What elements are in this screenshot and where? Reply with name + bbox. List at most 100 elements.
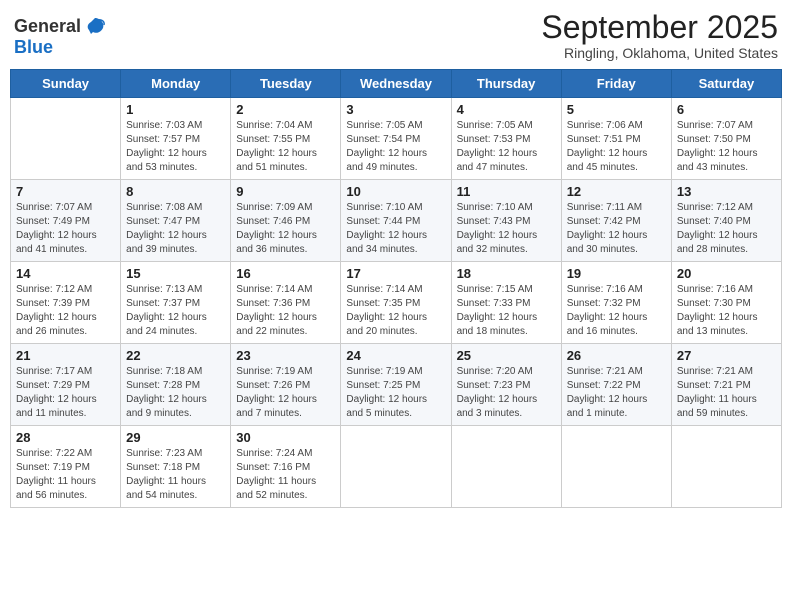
day-number: 7 [16,184,115,199]
calendar-cell: 16 Sunrise: 7:14 AM Sunset: 7:36 PM Dayli… [231,262,341,344]
day-info: Sunrise: 7:21 AM Sunset: 7:22 PM Dayligh… [567,365,666,421]
page-header: General Blue September 2025 Ringling, Ok… [10,10,782,61]
calendar-cell: 18Sunrise: 7:15 AM Sunset: 7:33 PM Dayli… [451,262,561,344]
calendar-cell: 25 Sunrise: 7:20 AM Sunset: 7:23 PM Dayli… [451,344,561,426]
day-number: 28 [16,430,115,445]
weekday-tuesday: Tuesday [231,70,341,98]
month-title: September 2025 [541,10,778,45]
day-info: Sunrise: 7:05 AM Sunset: 7:53 PM Dayligh… [457,119,556,175]
week-row-1: 1Sunrise: 7:03 AM Sunset: 7:57 PM Daylig… [11,98,782,180]
calendar-cell: 1Sunrise: 7:03 AM Sunset: 7:57 PM Daylig… [121,98,231,180]
day-number: 22 [126,348,225,363]
calendar-cell: 7 Sunrise: 7:07 AM Sunset: 7:49 PM Daylig… [11,180,121,262]
day-number: 13 [677,184,776,199]
calendar-cell: 26Sunrise: 7:21 AM Sunset: 7:22 PM Dayli… [561,344,671,426]
day-number: 23 [236,348,335,363]
calendar-cell: 20 Sunrise: 7:16 AM Sunset: 7:30 PM Dayli… [671,262,781,344]
day-info: Sunrise: 7:10 AM Sunset: 7:44 PM Dayligh… [346,201,445,257]
calendar-cell [11,98,121,180]
calendar-cell: 10 Sunrise: 7:10 AM Sunset: 7:44 PM Dayli… [341,180,451,262]
day-number: 10 [346,184,445,199]
day-number: 9 [236,184,335,199]
day-info: Sunrise: 7:03 AM Sunset: 7:57 PM Dayligh… [126,119,225,175]
day-info: Sunrise: 7:13 AM Sunset: 7:37 PM Dayligh… [126,283,225,339]
calendar-cell [341,426,451,508]
calendar-cell [451,426,561,508]
day-info: Sunrise: 7:19 AM Sunset: 7:25 PM Dayligh… [346,365,445,421]
weekday-sunday: Sunday [11,70,121,98]
day-info: Sunrise: 7:10 AM Sunset: 7:43 PM Dayligh… [457,201,556,257]
calendar-cell: 6 Sunrise: 7:07 AM Sunset: 7:50 PM Daylig… [671,98,781,180]
calendar-cell: 11 Sunrise: 7:10 AM Sunset: 7:43 PM Dayli… [451,180,561,262]
weekday-monday: Monday [121,70,231,98]
day-info: Sunrise: 7:09 AM Sunset: 7:46 PM Dayligh… [236,201,335,257]
weekday-wednesday: Wednesday [341,70,451,98]
weekday-friday: Friday [561,70,671,98]
calendar-body: 1Sunrise: 7:03 AM Sunset: 7:57 PM Daylig… [11,98,782,508]
day-info: Sunrise: 7:19 AM Sunset: 7:26 PM Dayligh… [236,365,335,421]
day-number: 29 [126,430,225,445]
day-number: 8 [126,184,225,199]
day-number: 11 [457,184,556,199]
calendar-cell: 3Sunrise: 7:05 AM Sunset: 7:54 PM Daylig… [341,98,451,180]
week-row-5: 28 Sunrise: 7:22 AM Sunset: 7:19 PM Dayli… [11,426,782,508]
calendar-cell: 24 Sunrise: 7:19 AM Sunset: 7:25 PM Dayli… [341,344,451,426]
day-info: Sunrise: 7:12 AM Sunset: 7:39 PM Dayligh… [16,283,115,339]
logo-bird-icon [83,14,107,38]
day-info: Sunrise: 7:16 AM Sunset: 7:30 PM Dayligh… [677,283,776,339]
calendar-cell: 23 Sunrise: 7:19 AM Sunset: 7:26 PM Dayli… [231,344,341,426]
calendar-cell: 29 Sunrise: 7:23 AM Sunset: 7:18 PM Dayli… [121,426,231,508]
day-number: 24 [346,348,445,363]
day-number: 12 [567,184,666,199]
day-info: Sunrise: 7:22 AM Sunset: 7:19 PM Dayligh… [16,447,115,503]
calendar-cell: 30 Sunrise: 7:24 AM Sunset: 7:16 PM Dayli… [231,426,341,508]
day-number: 4 [457,102,556,117]
calendar-cell: 28 Sunrise: 7:22 AM Sunset: 7:19 PM Dayli… [11,426,121,508]
day-info: Sunrise: 7:16 AM Sunset: 7:32 PM Dayligh… [567,283,666,339]
calendar-cell: 21 Sunrise: 7:17 AM Sunset: 7:29 PM Dayli… [11,344,121,426]
day-info: Sunrise: 7:17 AM Sunset: 7:29 PM Dayligh… [16,365,115,421]
title-block: September 2025 Ringling, Oklahoma, Unite… [541,10,778,61]
day-number: 20 [677,266,776,281]
day-number: 27 [677,348,776,363]
weekday-saturday: Saturday [671,70,781,98]
day-number: 21 [16,348,115,363]
week-row-3: 14Sunrise: 7:12 AM Sunset: 7:39 PM Dayli… [11,262,782,344]
calendar-cell: 14Sunrise: 7:12 AM Sunset: 7:39 PM Dayli… [11,262,121,344]
day-number: 25 [457,348,556,363]
week-row-2: 7 Sunrise: 7:07 AM Sunset: 7:49 PM Daylig… [11,180,782,262]
calendar-table: SundayMondayTuesdayWednesdayThursdayFrid… [10,69,782,508]
week-row-4: 21 Sunrise: 7:17 AM Sunset: 7:29 PM Dayli… [11,344,782,426]
day-number: 30 [236,430,335,445]
calendar-cell [671,426,781,508]
weekday-thursday: Thursday [451,70,561,98]
day-number: 17 [346,266,445,281]
day-info: Sunrise: 7:14 AM Sunset: 7:35 PM Dayligh… [346,283,445,339]
day-number: 5 [567,102,666,117]
day-number: 6 [677,102,776,117]
calendar-cell: 17 Sunrise: 7:14 AM Sunset: 7:35 PM Dayli… [341,262,451,344]
day-info: Sunrise: 7:14 AM Sunset: 7:36 PM Dayligh… [236,283,335,339]
calendar-cell: 2 Sunrise: 7:04 AM Sunset: 7:55 PM Daylig… [231,98,341,180]
calendar-cell: 5 Sunrise: 7:06 AM Sunset: 7:51 PM Daylig… [561,98,671,180]
day-info: Sunrise: 7:04 AM Sunset: 7:55 PM Dayligh… [236,119,335,175]
day-number: 16 [236,266,335,281]
day-info: Sunrise: 7:06 AM Sunset: 7:51 PM Dayligh… [567,119,666,175]
calendar-cell: 13Sunrise: 7:12 AM Sunset: 7:40 PM Dayli… [671,180,781,262]
day-info: Sunrise: 7:11 AM Sunset: 7:42 PM Dayligh… [567,201,666,257]
day-info: Sunrise: 7:23 AM Sunset: 7:18 PM Dayligh… [126,447,225,503]
weekday-header-row: SundayMondayTuesdayWednesdayThursdayFrid… [11,70,782,98]
day-info: Sunrise: 7:24 AM Sunset: 7:16 PM Dayligh… [236,447,335,503]
logo-general: General [14,17,81,35]
calendar-cell: 12 Sunrise: 7:11 AM Sunset: 7:42 PM Dayli… [561,180,671,262]
day-info: Sunrise: 7:20 AM Sunset: 7:23 PM Dayligh… [457,365,556,421]
day-info: Sunrise: 7:07 AM Sunset: 7:49 PM Dayligh… [16,201,115,257]
day-info: Sunrise: 7:07 AM Sunset: 7:50 PM Dayligh… [677,119,776,175]
calendar-cell: 8 Sunrise: 7:08 AM Sunset: 7:47 PM Daylig… [121,180,231,262]
day-info: Sunrise: 7:08 AM Sunset: 7:47 PM Dayligh… [126,201,225,257]
day-number: 2 [236,102,335,117]
logo: General Blue [14,14,107,58]
day-info: Sunrise: 7:15 AM Sunset: 7:33 PM Dayligh… [457,283,556,339]
calendar-cell: 15 Sunrise: 7:13 AM Sunset: 7:37 PM Dayli… [121,262,231,344]
day-number: 15 [126,266,225,281]
